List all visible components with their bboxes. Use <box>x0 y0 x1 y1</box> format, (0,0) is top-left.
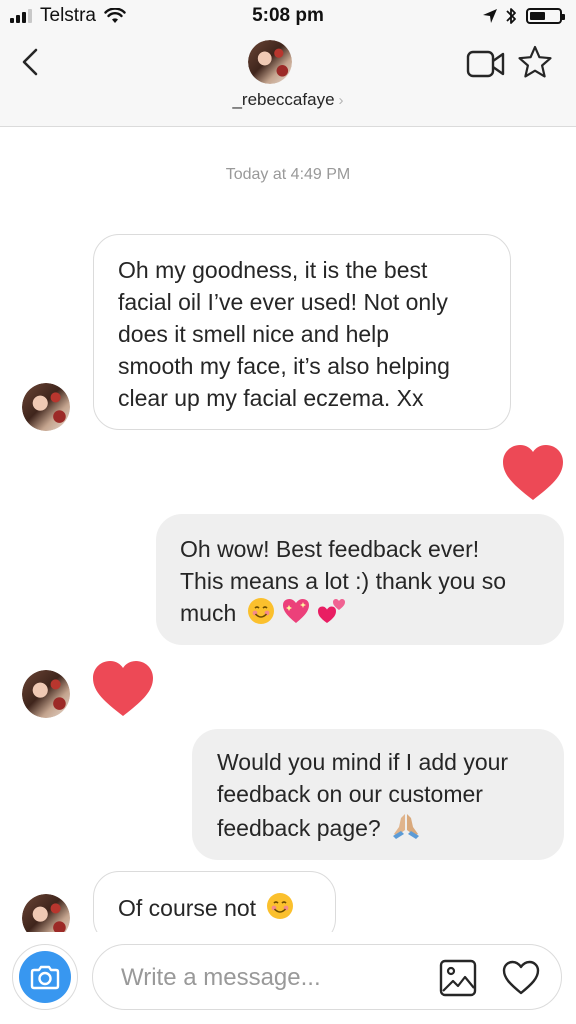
image-gallery-icon <box>439 959 477 997</box>
camera-button-fill <box>19 951 71 1003</box>
avatar-photo <box>22 383 70 431</box>
message-line-with-emojis: much <box>180 597 564 629</box>
message-line: Oh wow! Best feedback ever! <box>180 536 480 562</box>
like-button[interactable] <box>501 959 541 997</box>
location-arrow-icon <box>483 9 497 23</box>
message-text: much <box>180 600 237 626</box>
battery-icon <box>526 8 565 24</box>
message-composer <box>0 932 576 1024</box>
sender-avatar[interactable] <box>22 383 70 431</box>
heart-reaction[interactable] <box>501 444 565 502</box>
smiling-face-emoji <box>247 598 274 624</box>
message-text: feedback page? <box>217 815 381 841</box>
message-timestamp: Today at 4:49 PM <box>225 166 351 183</box>
username: _rebeccafaye <box>232 90 335 109</box>
star-outline-icon <box>518 45 552 78</box>
message-line: does it smell nice and help <box>118 321 390 347</box>
avatar-photo <box>248 40 292 84</box>
direct-message-screen: Telstra 5:08 pm _rebeccafaye › Today at … <box>0 0 576 1024</box>
battery-fill <box>530 12 545 20</box>
message-line: smooth my face, it’s also helping <box>118 353 450 379</box>
heart-reaction[interactable] <box>91 660 155 718</box>
message-line: Oh my goodness, it is the best <box>118 257 428 283</box>
profile-avatar[interactable] <box>248 40 292 84</box>
outgoing-message-bubble[interactable]: Would you mind if I add your feedback on… <box>192 729 564 860</box>
status-bar: Telstra 5:08 pm <box>0 0 576 32</box>
gallery-button[interactable] <box>439 959 477 997</box>
two-hearts-emoji <box>318 599 346 623</box>
sender-avatar[interactable] <box>22 670 70 718</box>
camera-icon <box>30 965 60 990</box>
favorite-button[interactable] <box>516 44 554 82</box>
message-line: clear up my facial eczema. Xx <box>118 385 424 411</box>
message-line: feedback on our customer <box>217 781 483 807</box>
message-input[interactable] <box>121 963 421 993</box>
status-right <box>482 6 565 26</box>
incoming-message-bubble[interactable]: Oh my goodness, it is the best facial oi… <box>93 234 511 430</box>
chevron-right-icon: › <box>338 92 344 109</box>
smiling-face-emoji <box>267 893 294 919</box>
chevron-left-icon <box>22 48 38 76</box>
message-line: Would you mind if I add your <box>217 749 509 775</box>
heart-outline-icon <box>502 960 540 995</box>
camera-button[interactable] <box>12 944 78 1010</box>
message-field <box>92 944 562 1010</box>
message-line: This means a lot :) thank you so <box>180 568 506 594</box>
video-camera-icon <box>466 50 505 78</box>
outgoing-message-bubble[interactable]: Oh wow! Best feedback ever! This means a… <box>156 514 564 645</box>
conversation-header: _rebeccafaye › <box>0 32 576 127</box>
video-call-button[interactable] <box>466 48 506 80</box>
folded-hands-emoji <box>393 814 420 839</box>
message-line-with-emojis: feedback page? <box>217 810 564 844</box>
bluetooth-icon <box>506 8 516 24</box>
back-button[interactable] <box>14 42 50 82</box>
avatar-photo <box>22 670 70 718</box>
sparkling-heart-emoji <box>283 599 310 623</box>
message-text: Of course not <box>118 895 257 921</box>
message-line: facial oil I’ve ever used! Not only <box>118 289 448 315</box>
username-link[interactable]: _rebeccafaye › <box>0 90 576 110</box>
